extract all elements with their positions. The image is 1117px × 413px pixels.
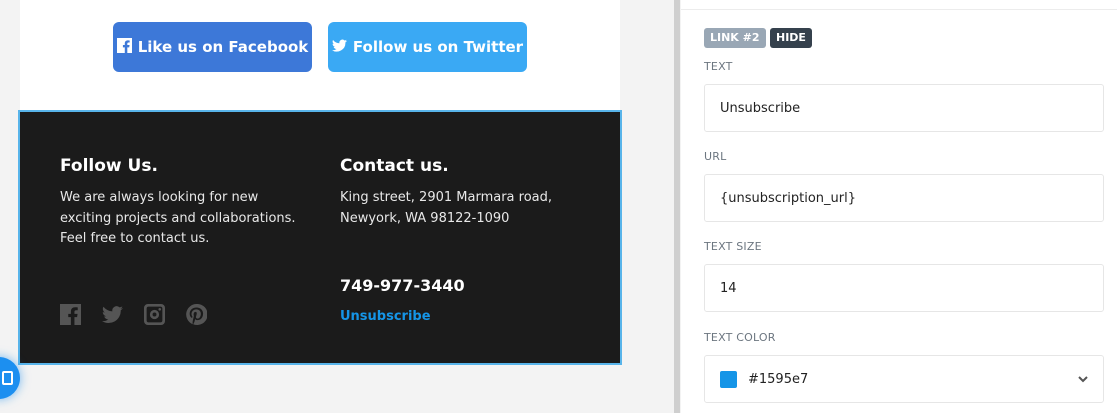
follow-text: We are always looking for new exciting p… xyxy=(60,190,296,246)
facebook-button[interactable]: Like us on Facebook xyxy=(113,22,312,72)
twitter-button[interactable]: Follow us on Twitter xyxy=(328,22,527,72)
email-body: Like us on Facebook Follow us on Twitter xyxy=(20,0,620,110)
panel-separator xyxy=(681,9,1117,10)
url-input[interactable]: {unsubscription_url} xyxy=(704,174,1104,222)
facebook-icon[interactable] xyxy=(60,304,81,325)
url-input-value: {unsubscription_url} xyxy=(720,190,857,206)
unsubscribe-link[interactable]: Unsubscribe xyxy=(340,309,431,324)
text-color-value: #1595e7 xyxy=(748,371,809,387)
social-icons xyxy=(60,304,207,325)
panel-divider[interactable] xyxy=(674,0,680,413)
pinterest-icon[interactable] xyxy=(186,304,207,325)
contact-address: King street, 2901 Marmara road, Newyork,… xyxy=(340,190,552,226)
copy-icon xyxy=(2,371,13,385)
text-input-value: Unsubscribe xyxy=(720,100,801,116)
text-input[interactable]: Unsubscribe xyxy=(704,84,1104,132)
text-color-picker[interactable]: #1595e7 xyxy=(704,355,1104,403)
url-label: URL xyxy=(704,150,727,163)
text-label: TEXT xyxy=(704,60,733,73)
text-size-input[interactable]: 14 xyxy=(704,264,1104,312)
follow-title: Follow Us. xyxy=(60,156,158,176)
email-canvas: Like us on Facebook Follow us on Twitter… xyxy=(0,0,676,413)
link-badge: LINK #2 xyxy=(704,28,766,48)
twitter-icon[interactable] xyxy=(102,304,123,325)
text-size-label: TEXT SIZE xyxy=(704,240,762,253)
text-size-value: 14 xyxy=(720,280,737,296)
chevron-down-icon[interactable] xyxy=(1077,373,1089,385)
phone-number: 749-977-3440 xyxy=(340,276,465,295)
twitter-button-label: Follow us on Twitter xyxy=(352,38,524,56)
facebook-button-label: Like us on Facebook xyxy=(137,38,309,56)
instagram-icon[interactable] xyxy=(144,304,165,325)
hide-button[interactable]: HIDE xyxy=(770,28,812,48)
email-footer[interactable]: Follow Us. We are always looking for new… xyxy=(18,110,622,365)
facebook-icon xyxy=(116,37,132,57)
properties-panel: LINK #2 HIDE TEXT Unsubscribe URL {unsub… xyxy=(681,0,1117,413)
contact-title: Contact us. xyxy=(340,156,449,176)
text-color-label: TEXT COLOR xyxy=(704,331,776,344)
twitter-icon xyxy=(331,38,347,57)
floating-action-button[interactable] xyxy=(0,357,20,399)
color-swatch[interactable] xyxy=(720,370,737,388)
